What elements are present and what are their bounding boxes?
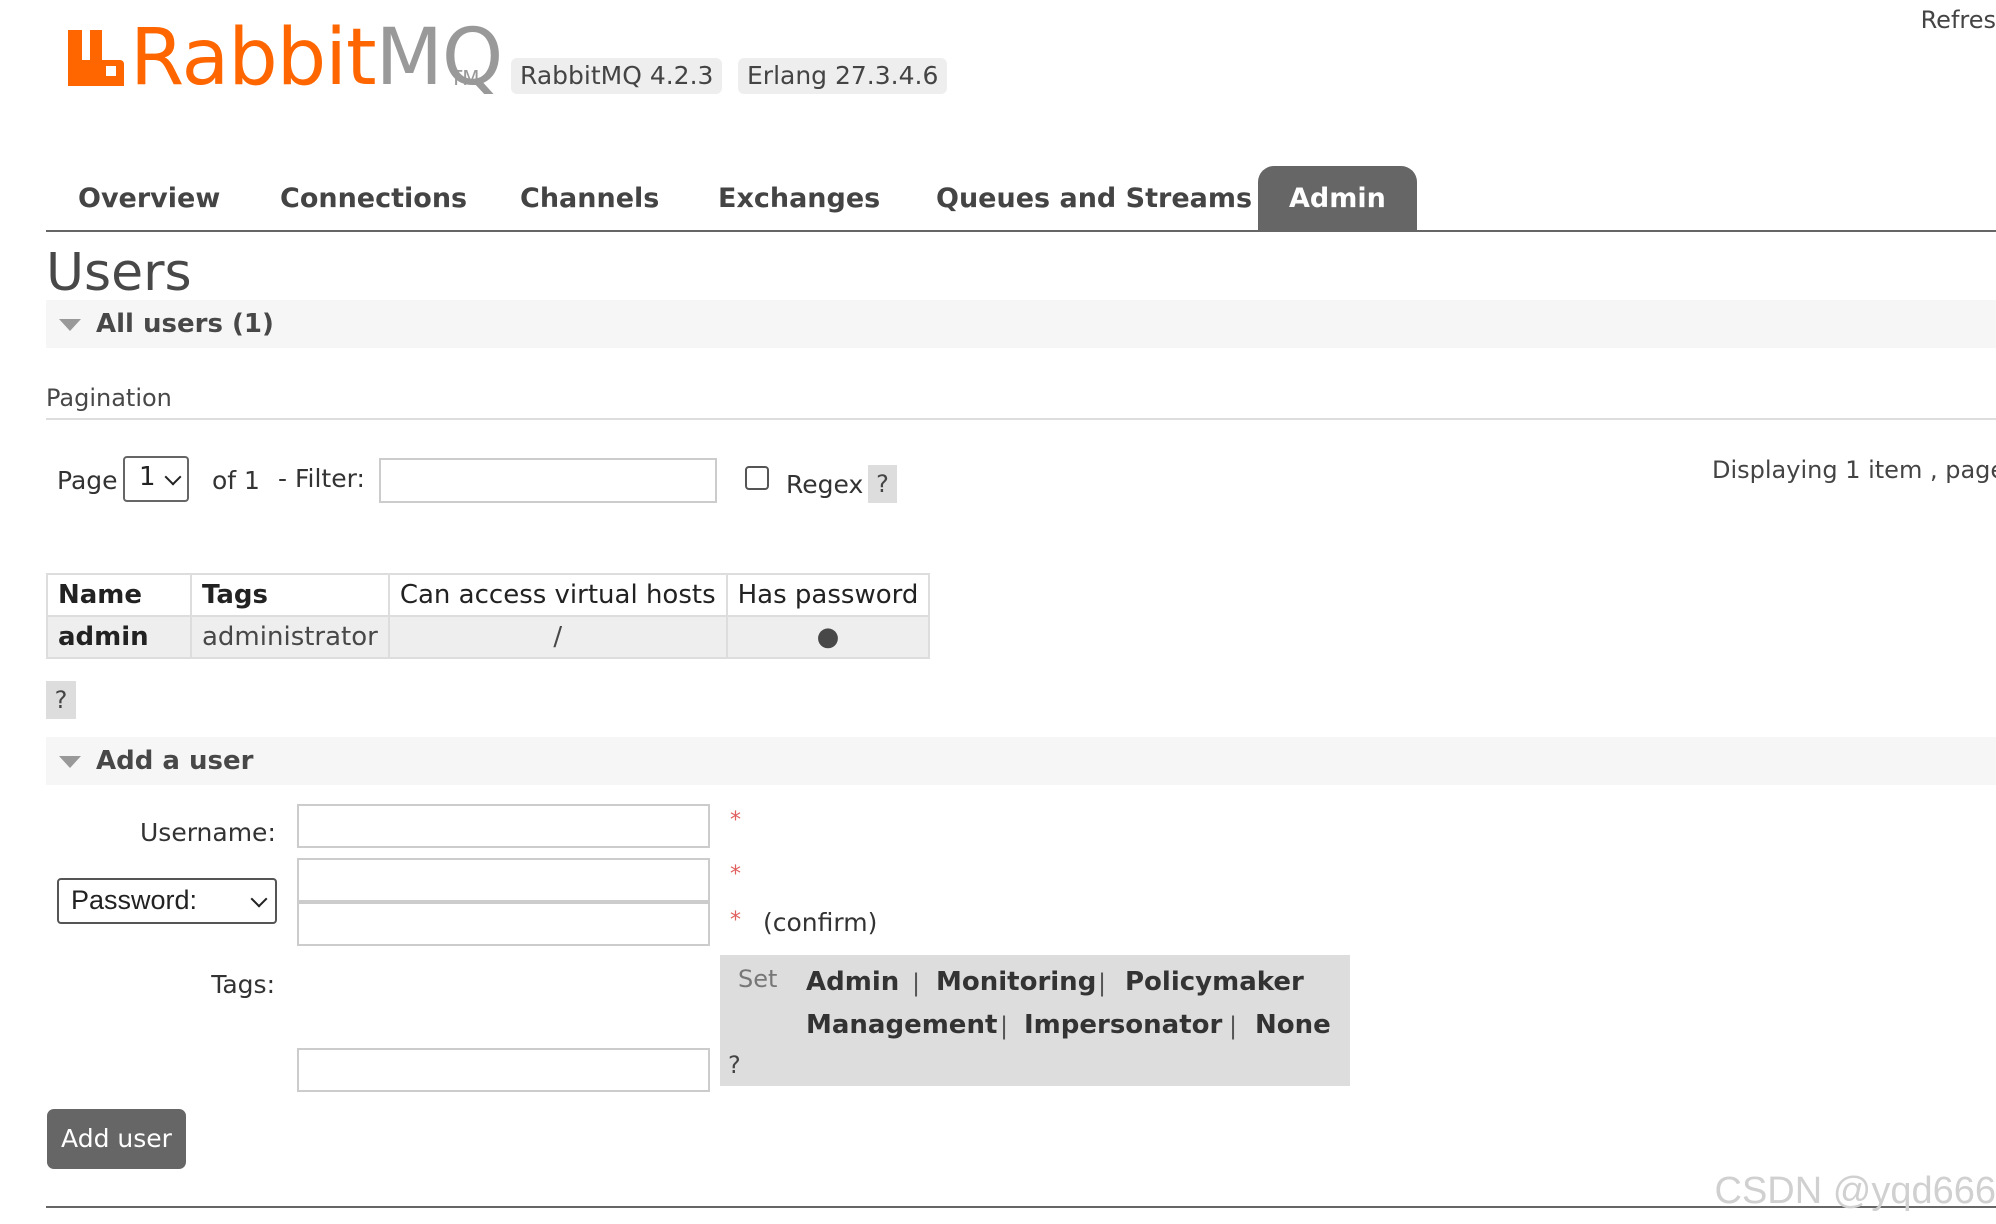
password-confirm-input[interactable] — [297, 902, 710, 946]
username-label: Username: — [140, 818, 276, 847]
erlang-version-badge: Erlang 27.3.4.6 — [738, 58, 948, 94]
column-header-has-password: Has password — [725, 573, 931, 617]
add-user-section-header[interactable]: Add a user — [46, 737, 1996, 785]
tag-option-management[interactable]: Management — [806, 1010, 997, 1040]
column-header-tags: Tags — [190, 573, 390, 617]
chevron-down-icon — [250, 890, 268, 908]
username-required-mark: * — [730, 808, 741, 833]
logo-wordmark: RabbitMQ — [130, 13, 503, 103]
tag-presets-panel: Set Admin | Monitoring | Policymaker Man… — [720, 955, 1350, 1086]
all-users-section-header[interactable]: All users (1) — [46, 300, 1996, 348]
password-required-mark: * — [730, 862, 741, 887]
page-of-label: of 1 — [212, 466, 260, 495]
tags-help-button[interactable]: ? — [728, 1051, 741, 1079]
user-vhosts-cell: / — [387, 615, 728, 659]
pagination-heading: Pagination — [46, 384, 172, 412]
tag-separator: | — [1000, 1012, 1009, 1040]
user-name-link[interactable]: admin — [46, 615, 192, 659]
username-input[interactable] — [297, 804, 710, 848]
column-header-vhosts: Can access virtual hosts — [387, 573, 728, 617]
tags-input[interactable] — [297, 1048, 710, 1092]
collapse-triangle-icon — [59, 756, 81, 768]
regex-checkbox[interactable] — [745, 466, 769, 490]
user-tags-cell: administrator — [190, 615, 390, 659]
tag-option-monitoring[interactable]: Monitoring — [936, 967, 1096, 997]
tab-queues-and-streams[interactable]: Queues and Streams — [936, 166, 1252, 230]
users-table: Name Tags Can access virtual hosts Has p… — [46, 573, 931, 659]
user-has-password-cell: ● — [725, 615, 931, 659]
page-select-value: 1 — [139, 462, 156, 492]
table-header-row: Name Tags Can access virtual hosts Has p… — [46, 573, 931, 617]
column-header-name: Name — [46, 573, 192, 617]
password-type-value: Password: — [71, 885, 198, 915]
tag-option-admin[interactable]: Admin — [806, 967, 899, 997]
regex-label: Regex — [786, 470, 864, 499]
csdn-watermark: CSDN @yqd666 — [1714, 1170, 1996, 1212]
password-input[interactable] — [297, 858, 710, 902]
tab-overview[interactable]: Overview — [78, 166, 220, 230]
tab-exchanges[interactable]: Exchanges — [718, 166, 880, 230]
rabbitmq-logo-icon — [68, 30, 124, 86]
add-user-button[interactable]: Add user — [47, 1109, 186, 1169]
confirm-label: (confirm) — [763, 908, 878, 937]
tag-option-impersonator[interactable]: Impersonator — [1024, 1010, 1222, 1040]
displaying-count: Displaying 1 item , page — [1712, 456, 1996, 484]
pagination-divider — [46, 418, 1996, 420]
tag-set-label: Set — [738, 965, 778, 993]
chevron-down-icon — [164, 468, 182, 486]
password-type-select[interactable]: Password: — [57, 878, 277, 924]
tag-separator: | — [1098, 969, 1107, 997]
tag-option-policymaker[interactable]: Policymaker — [1125, 967, 1304, 997]
rabbitmq-logo: RabbitMQ TM — [68, 18, 503, 98]
tag-separator: | — [912, 969, 921, 997]
rabbitmq-version-badge: RabbitMQ 4.2.3 — [511, 58, 723, 94]
tab-admin[interactable]: Admin — [1258, 166, 1417, 230]
confirm-required-mark: * — [730, 908, 741, 933]
all-users-heading: All users (1) — [96, 309, 274, 339]
tag-option-none[interactable]: None — [1255, 1010, 1331, 1040]
logo-trademark: TM — [450, 66, 480, 90]
filter-label: - Filter: — [278, 464, 365, 493]
page-label: Page — [57, 466, 118, 495]
page-select[interactable]: 1 — [123, 456, 189, 502]
collapse-triangle-icon — [59, 319, 81, 331]
footer-divider — [46, 1206, 1996, 1208]
filter-input[interactable] — [379, 458, 717, 503]
tag-separator: | — [1229, 1012, 1238, 1040]
regex-help-button[interactable]: ? — [868, 465, 897, 503]
page-title: Users — [46, 243, 192, 303]
refresh-label[interactable]: Refres — [1921, 6, 1996, 34]
tab-connections[interactable]: Connections — [280, 166, 467, 230]
main-nav: Overview Connections Channels Exchanges … — [46, 166, 1996, 232]
table-row[interactable]: admin administrator / ● — [46, 615, 931, 659]
add-user-heading: Add a user — [96, 746, 254, 776]
tags-label: Tags: — [211, 970, 275, 999]
users-table-help-button[interactable]: ? — [46, 681, 76, 719]
tab-channels[interactable]: Channels — [520, 166, 659, 230]
